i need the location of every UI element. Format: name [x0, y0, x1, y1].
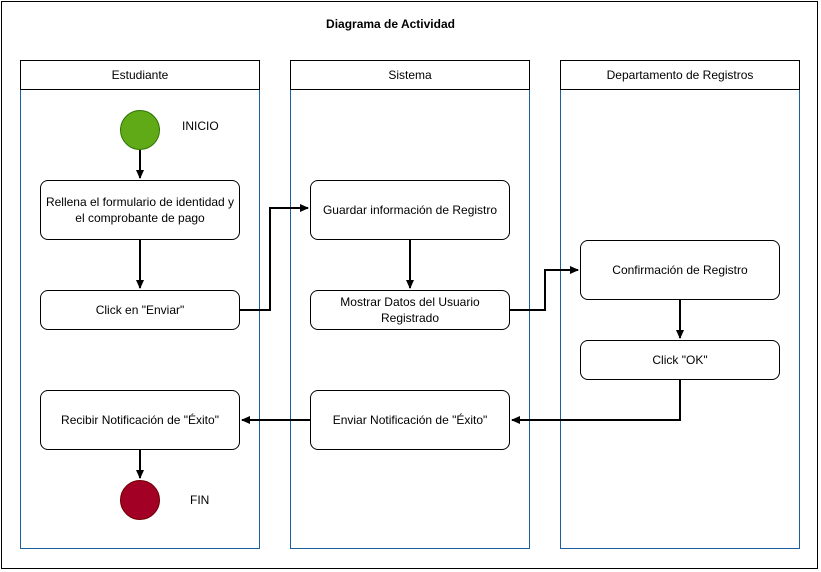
- show-data-activity: Mostrar Datos del Usuario Registrado: [310, 290, 510, 330]
- send-notification-text: Enviar Notificación de "Éxito": [332, 413, 488, 427]
- save-info-text: Guardar información de Registro: [322, 203, 498, 217]
- edge-ok-to-notify: [511, 380, 681, 424]
- click-ok-activity: Click "OK": [580, 340, 780, 380]
- save-info-activity: Guardar información de Registro: [310, 180, 510, 240]
- end-label: FIN: [190, 493, 210, 507]
- start-label: INICIO: [182, 119, 219, 133]
- show-data-text: Mostrar Datos del Usuario Registrado: [340, 295, 480, 325]
- edge-send-to-save: [240, 204, 309, 311]
- confirm-activity: Confirmación de Registro: [580, 240, 780, 300]
- send-notification-activity: Enviar Notificación de "Éxito": [310, 390, 510, 450]
- click-ok-text: Click "OK": [652, 353, 708, 367]
- start-node: [120, 110, 160, 150]
- edge-show-to-confirm: [510, 266, 579, 311]
- receive-notification-text: Recibir Notificación de "Éxito": [61, 413, 219, 427]
- end-node: [120, 480, 160, 520]
- click-send-activity: Click en "Enviar": [40, 290, 240, 330]
- click-send-text: Click en "Enviar": [95, 303, 185, 317]
- fill-form-text: Rellena el formulario de identidad y el …: [45, 195, 235, 225]
- confirm-text: Confirmación de Registro: [612, 263, 748, 277]
- fill-form-activity: Rellena el formulario de identidad y el …: [40, 180, 240, 240]
- receive-notification-activity: Recibir Notificación de "Éxito": [40, 390, 240, 450]
